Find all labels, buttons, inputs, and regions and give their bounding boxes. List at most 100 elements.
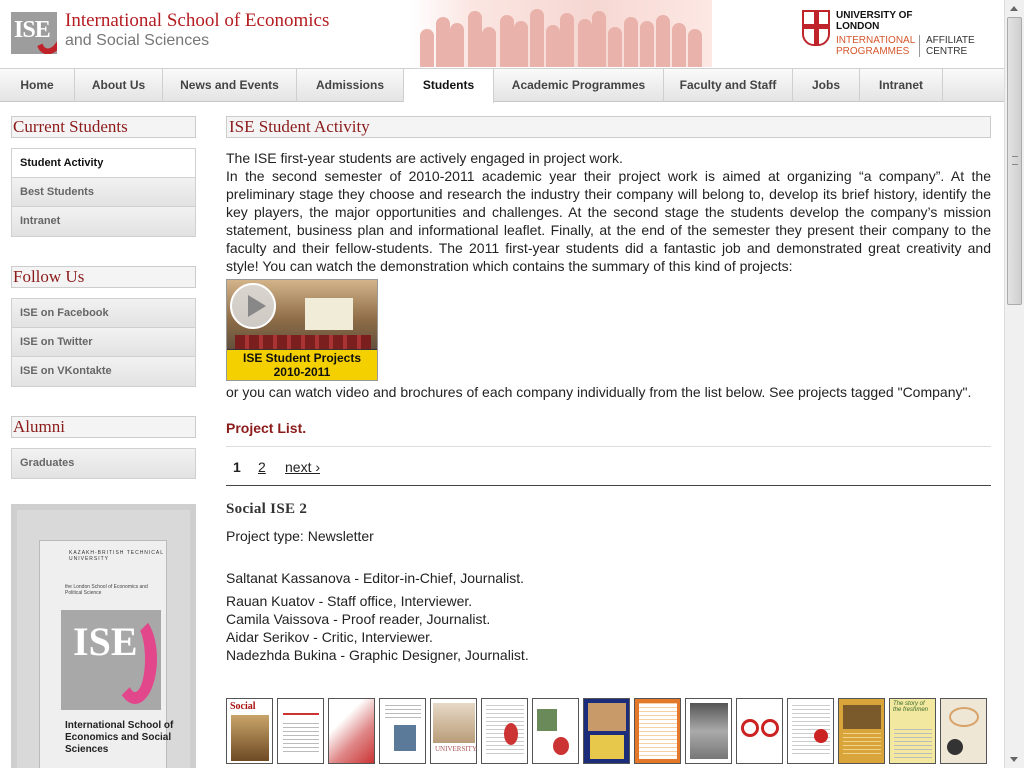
thumbnail-caption: The story of the freshmen [893,701,929,713]
main-navigation: Home About Us News and Events Admissions… [0,68,1004,103]
affiliate-programmes: INTERNATIONAL PROGRAMMES [836,35,915,57]
banner-person-silhouette [624,17,638,67]
site-title[interactable]: International School of Economics [65,10,329,32]
banner-person-silhouette [640,21,654,67]
nav-faculty-and-staff[interactable]: Faculty and Staff [664,69,793,102]
sidebar-item-best-students[interactable]: Best Students [12,178,195,207]
banner-person-silhouette [560,13,574,67]
page-1-current: 1 [233,459,241,475]
current-students-menu: Student Activity Best Students Intranet [11,148,196,237]
thumbnail-page-3[interactable] [328,698,375,764]
affiliate-university-name: UNIVERSITY OF LONDON [836,10,913,32]
nav-admissions[interactable]: Admissions [297,69,404,102]
poster-header-text: KAZAKH-BRITISH TECHNICAL UNIVERSITY [69,550,164,562]
thumbnail-page-11[interactable] [736,698,783,764]
team-member: Rauan Kuatov - Staff office, Interviewer… [226,593,473,609]
poster-swoosh-icon [113,614,157,704]
banner-person-silhouette [500,15,514,67]
team-member: Camila Vaissova - Proof reader, Journali… [226,611,491,627]
project-list-heading: Project List. [226,420,307,436]
thumbnail-caption: Social [230,701,256,712]
scrollbar-thumb[interactable] [1007,17,1022,305]
nav-students[interactable]: Students [404,69,494,103]
sidebar-item-intranet[interactable]: Intranet [12,207,195,236]
sidebar-item-twitter[interactable]: ISE on Twitter [12,328,195,357]
banner-person-silhouette [608,27,622,67]
banner-person-silhouette [592,11,606,67]
banner-person-silhouette [468,11,482,67]
banner-person-silhouette [420,29,434,67]
project-type: Project type: Newsletter [226,528,374,544]
team-member: Nadezhda Bukina - Graphic Designer, Jour… [226,647,529,663]
scroll-down-arrow-icon[interactable] [1010,757,1018,762]
after-video-text: or you can watch video and brochures of … [226,384,972,400]
thumbnail-page-7[interactable] [532,698,579,764]
thumbnail-page-12[interactable] [787,698,834,764]
affiliate-centre: AFFILIATE CENTRE [919,35,989,57]
thumbnail-page-1[interactable]: Social [226,698,273,764]
header-banner-image [410,0,712,67]
thumbnail-page-4[interactable] [379,698,426,764]
thumbnail-page-5[interactable]: UNIVERSITY [430,698,477,764]
banner-person-silhouette [546,25,560,67]
banner-person-silhouette [688,29,702,67]
student-projects-video[interactable]: ISE Student Projects 2010-2011 [226,279,378,381]
nav-news-and-events[interactable]: News and Events [163,69,297,102]
banner-person-silhouette [672,23,686,67]
banner-person-silhouette [482,27,496,67]
newsletter-page-thumbnails: Social UNIVERSITY The story of the fresh… [226,698,996,768]
nav-home[interactable]: Home [0,69,75,102]
thumbnail-page-15[interactable] [940,698,987,764]
thumbnail-page-9[interactable] [634,698,681,764]
current-students-heading: Current Students [11,116,196,138]
banner-person-silhouette [530,9,544,67]
page-2-link[interactable]: 2 [258,459,266,475]
poster-small-text: the London School of Economics and Polit… [65,584,148,596]
intro-paragraph-2: In the second semester of 2010-2011 acad… [226,168,991,274]
divider [226,446,991,447]
banner-person-silhouette [656,15,670,67]
sidebar-item-graduates[interactable]: Graduates [12,449,195,478]
video-seats-graphic [235,335,371,349]
follow-us-heading: Follow Us [11,266,196,288]
nav-jobs[interactable]: Jobs [793,69,860,102]
follow-us-menu: ISE on Facebook ISE on Twitter ISE on VK… [11,298,196,387]
team-lead: Saltanat Kassanova - Editor-in-Chief, Jo… [226,570,525,586]
video-label: ISE Student Projects 2010-2011 [227,349,377,380]
play-icon[interactable] [230,283,276,329]
alumni-heading: Alumni [11,416,196,438]
nav-academic-programmes[interactable]: Academic Programmes [494,69,664,102]
banner-person-silhouette [578,19,592,67]
vertical-scrollbar[interactable] [1004,0,1024,768]
thumbnail-page-2[interactable] [277,698,324,764]
university-of-london-crest-icon[interactable] [802,10,830,46]
thumbnail-caption: UNIVERSITY [435,745,477,753]
thumbnail-page-14[interactable]: The story of the freshmen [889,698,936,764]
thumbnail-page-10[interactable] [685,698,732,764]
site-subtitle: and Social Sciences [65,32,210,49]
banner-person-silhouette [450,23,464,67]
sidebar-item-facebook[interactable]: ISE on Facebook [12,299,195,328]
project-name: Social ISE 2 [226,501,308,517]
video-screen-graphic [305,298,353,330]
team-member: Aidar Serikov - Critic, Interviewer. [226,629,433,645]
alumni-menu: Graduates [11,448,196,479]
thumbnail-page-8[interactable] [583,698,630,764]
nav-about-us[interactable]: About Us [75,69,163,102]
ise-poster-image: KAZAKH-BRITISH TECHNICAL UNIVERSITY the … [11,504,196,768]
banner-person-silhouette [436,17,450,67]
page-title: ISE Student Activity [226,116,991,138]
sidebar-item-student-activity[interactable]: Student Activity [12,149,195,178]
nav-intranet[interactable]: Intranet [860,69,943,102]
next-page-link[interactable]: next › [285,459,320,475]
thumbnail-page-13[interactable] [838,698,885,764]
sidebar-item-vkontakte[interactable]: ISE on VKontakte [12,357,195,386]
poster-ise-logo: ISE [61,610,161,710]
scroll-up-arrow-icon[interactable] [1010,6,1018,11]
site-header: ISE International School of Economics an… [0,0,1004,68]
project-team: Saltanat Kassanova - Editor-in-Chief, Jo… [226,569,529,664]
ise-logo[interactable]: ISE [11,12,57,54]
thumbnail-page-6[interactable] [481,698,528,764]
banner-person-silhouette [514,21,528,67]
poster-caption: International School of Economics and So… [65,720,174,755]
